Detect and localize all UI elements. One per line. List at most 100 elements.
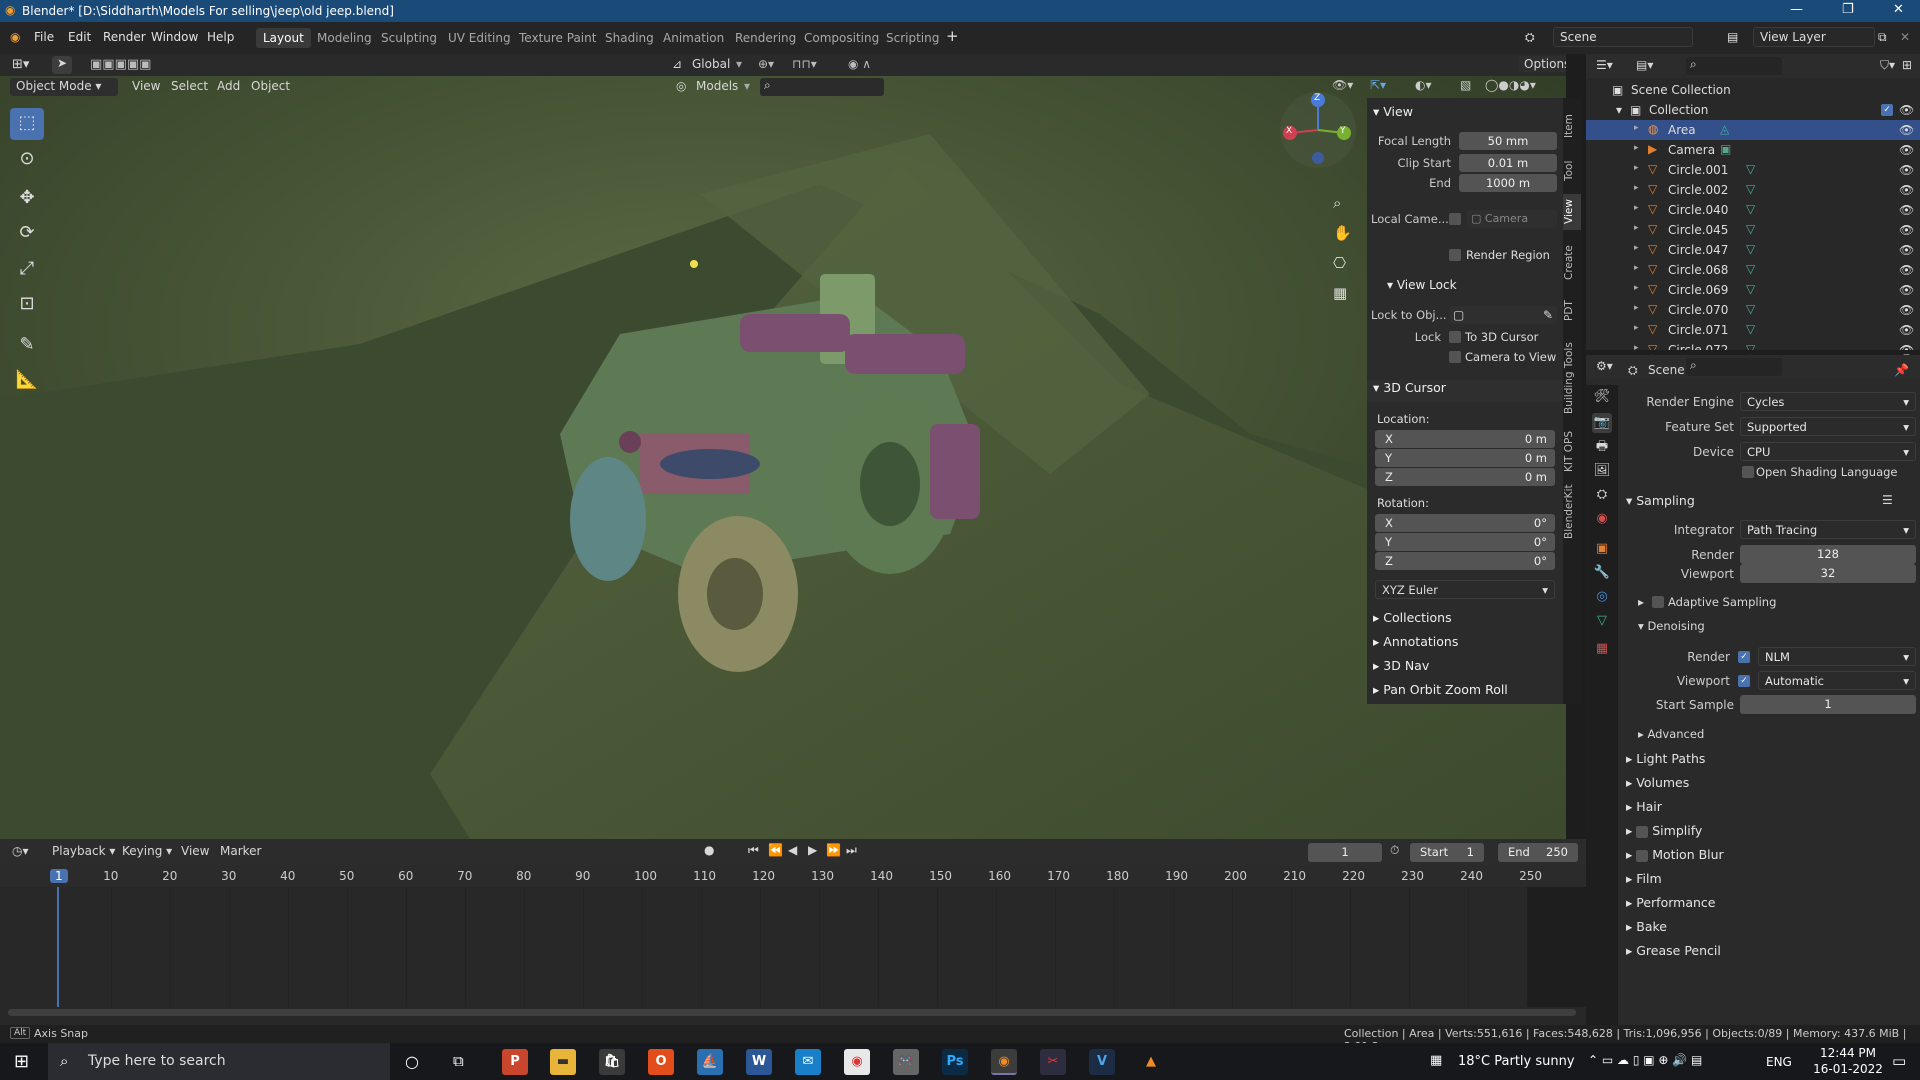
weather-icon[interactable]: ▦ <box>1430 1053 1442 1068</box>
outliner-item[interactable]: ▸ ◍ Area ◬ 👁 <box>1586 120 1920 140</box>
minimize-icon[interactable]: — <box>1790 2 1803 17</box>
language-indicator[interactable]: ENG <box>1766 1055 1792 1069</box>
output-tab-icon[interactable]: 🖶 <box>1592 437 1612 457</box>
record-icon[interactable]: ● <box>704 843 714 857</box>
measure-icon[interactable]: 📐 <box>10 365 44 397</box>
viewport-samples-field[interactable]: 32 <box>1740 564 1916 583</box>
view-layer-selector[interactable]: View Layer <box>1753 27 1875 47</box>
eye-icon[interactable]: 👁 <box>1899 103 1914 117</box>
tab-sculpting[interactable]: Sculpting <box>374 28 444 48</box>
snap-icon[interactable]: ⊓⊓▾ <box>792 57 817 71</box>
blender-menu-icon[interactable]: ◉ <box>10 30 20 44</box>
menu-file[interactable]: File <box>34 30 54 44</box>
office-icon[interactable]: O <box>648 1049 674 1075</box>
new-view-layer-icon[interactable]: ⧉ <box>1878 30 1887 45</box>
pan-orbit-panel-header[interactable]: ▸ Pan Orbit Zoom Roll <box>1367 682 1563 704</box>
store-icon[interactable]: 🛍 <box>599 1049 625 1075</box>
orientation-icon[interactable]: ⊿ <box>672 57 682 71</box>
3d-nav-panel-header[interactable]: ▸ 3D Nav <box>1367 658 1563 680</box>
add-workspace-icon[interactable]: + <box>946 27 959 45</box>
editor-type-icon[interactable]: ⊞▾ <box>12 57 29 72</box>
restore-icon[interactable]: ❐ <box>1842 2 1854 17</box>
cursor-location-z[interactable]: Z 0 m <box>1375 468 1555 486</box>
properties-section-header[interactable]: ▸ Performance <box>1626 895 1715 910</box>
tab-blenderkit[interactable]: BlenderKit <box>1563 482 1581 542</box>
outliner-item[interactable]: ▸ ▽ Circle.045 ▽ 👁 <box>1586 220 1920 240</box>
jump-start-icon[interactable]: ⏮ <box>748 843 759 858</box>
outliner-item[interactable]: ▸ ▶ Camera ▣ 👁 <box>1586 140 1920 160</box>
camera-to-view-checkbox[interactable] <box>1449 351 1461 363</box>
menu-window[interactable]: Window <box>151 30 198 44</box>
tab-building-tools[interactable]: Building Tools <box>1563 334 1581 422</box>
scene-selector[interactable]: Scene <box>1553 27 1693 47</box>
cursor-rotation-x[interactable]: X 0° <box>1375 514 1555 532</box>
lock-cursor-checkbox[interactable] <box>1449 331 1461 343</box>
photoshop-icon[interactable]: Ps <box>942 1049 968 1075</box>
tab-uv-editing[interactable]: UV Editing <box>441 28 518 48</box>
eye-icon[interactable]: 👁 <box>1899 243 1914 257</box>
local-camera-checkbox[interactable] <box>1449 213 1461 225</box>
menu-render[interactable]: Render <box>103 30 146 44</box>
object-data-icon[interactable]: ◬ <box>1720 122 1729 136</box>
outliner-item[interactable]: ▸ ▽ Circle.069 ▽ 👁 <box>1586 280 1920 300</box>
tab-animation[interactable]: Animation <box>656 28 731 48</box>
transform-orientation[interactable]: Global <box>692 57 730 71</box>
object-data-icon[interactable]: ▽ <box>1746 182 1755 196</box>
object-data-icon[interactable]: ▽ <box>1746 282 1755 296</box>
object-data-icon[interactable]: ▽ <box>1746 202 1755 216</box>
v-app-icon[interactable]: V <box>1089 1049 1115 1075</box>
outliner-collection[interactable]: ▾ ▣ Collection ✓ 👁 <box>1586 100 1920 120</box>
feature-set-dropdown[interactable]: Supported ▾ <box>1740 417 1916 436</box>
eye-icon[interactable]: 👁 <box>1899 143 1914 157</box>
proportional-edit-icon[interactable]: ◉ ∧ <box>848 57 871 71</box>
eye-icon[interactable]: 👁 <box>1899 263 1914 277</box>
app-icon[interactable]: ⛵ <box>697 1049 723 1075</box>
powerpoint-icon[interactable]: P <box>502 1049 528 1075</box>
object-data-icon[interactable]: ▽ <box>1746 222 1755 236</box>
clock-time[interactable]: 12:44 PM <box>1812 1046 1884 1060</box>
start-frame-field[interactable]: Start 1 <box>1410 843 1484 862</box>
marker-menu[interactable]: Marker <box>220 844 261 858</box>
3d-cursor-header[interactable]: ▾ 3D Cursor <box>1367 380 1563 402</box>
tab-create[interactable]: Create <box>1563 238 1581 288</box>
view-layer-icon[interactable]: ▤ <box>1727 30 1738 44</box>
ortho-grid-icon[interactable]: ▦ <box>1333 284 1347 302</box>
start-sample-field[interactable]: 1 <box>1740 695 1916 714</box>
zoom-icon[interactable]: ⌕ <box>1333 194 1341 212</box>
vlc-icon[interactable]: ▲ <box>1138 1049 1164 1075</box>
shading-modes-icons[interactable]: ◯●◑◕▾ <box>1485 78 1536 92</box>
xray-icon[interactable]: ▧ <box>1460 78 1471 92</box>
annotations-panel-header[interactable]: ▸ Annotations <box>1367 634 1563 656</box>
render-region-checkbox[interactable] <box>1449 249 1461 261</box>
snip-tool-icon[interactable]: ✂ <box>1040 1049 1066 1075</box>
annotate-icon[interactable]: ✎ <box>10 330 44 362</box>
focal-length-field[interactable]: 50 mm <box>1459 132 1557 150</box>
overlay-icon[interactable]: ◐▾ <box>1415 78 1432 92</box>
collections-panel-header[interactable]: ▸ Collections <box>1367 610 1563 632</box>
view-layer-tab-icon[interactable]: 🖼 <box>1592 461 1612 481</box>
denoise-render-checkbox[interactable]: ✓ <box>1738 651 1750 663</box>
cursor-location-x[interactable]: X 0 m <box>1375 430 1555 448</box>
object-data-icon[interactable]: ▽ <box>1746 162 1755 176</box>
outliner-item[interactable]: ▸ ▽ Circle.071 ▽ 👁 <box>1586 320 1920 340</box>
menu-select[interactable]: Select <box>171 79 208 93</box>
gizmo-toggle-icon[interactable]: ⇱▾ <box>1370 78 1386 92</box>
game-icon[interactable]: 🎮 <box>893 1049 919 1075</box>
modifier-tab-icon[interactable]: 🔧 <box>1592 563 1612 583</box>
cortana-icon[interactable]: ○ <box>405 1052 419 1071</box>
outliner-search-input[interactable]: ⌕ <box>1686 57 1782 75</box>
cursor-icon[interactable]: ⊙ <box>10 144 44 176</box>
jump-end-icon[interactable]: ⏭ <box>846 843 857 858</box>
timeline-scrollbar[interactable] <box>8 1009 1576 1016</box>
rotate-icon[interactable]: ⟳ <box>10 218 44 250</box>
clip-end-field[interactable]: 1000 m <box>1459 174 1557 192</box>
object-data-icon[interactable]: ▽ <box>1746 302 1755 316</box>
properties-section-header[interactable]: ▸ Motion Blur <box>1626 847 1724 862</box>
pan-hand-icon[interactable]: ✋ <box>1333 224 1352 242</box>
tab-kit-ops[interactable]: KIT OPS <box>1563 428 1581 476</box>
weather-text[interactable]: 18°C Partly sunny <box>1458 1054 1575 1069</box>
tab-modeling[interactable]: Modeling <box>310 28 379 48</box>
presets-list-icon[interactable]: ☰ <box>1882 493 1893 507</box>
object-data-icon[interactable]: ▽ <box>1746 262 1755 276</box>
eye-icon[interactable]: 👁 <box>1899 123 1914 137</box>
